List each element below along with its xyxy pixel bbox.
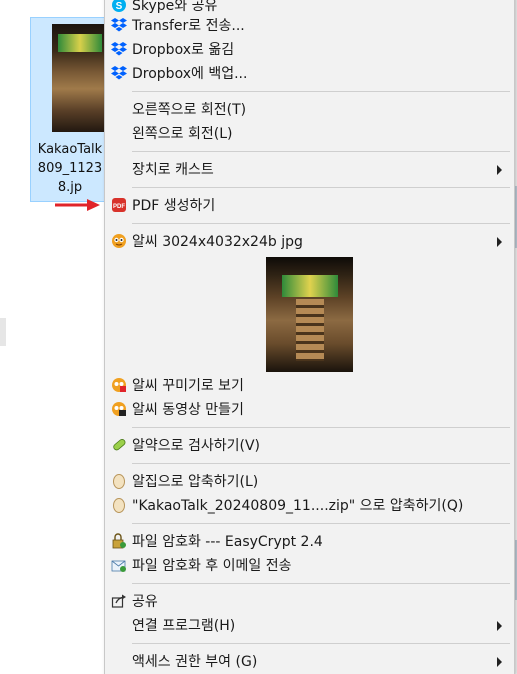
menu-item-label: PDF 생성하기 (132, 198, 216, 214)
menu-item-rotate-right[interactable]: 오른쪽으로 회전(T) (105, 98, 514, 122)
menu-separator (132, 187, 510, 188)
menu-item-alsee-video[interactable]: 알씨 동영상 만들기 (105, 398, 514, 422)
menu-item-create-pdf[interactable]: PDF PDF 생성하기 (105, 194, 514, 218)
menu-item-label: 파일 암호화 --- EasyCrypt 2.4 (132, 534, 323, 550)
menu-separator (132, 223, 510, 224)
menu-item-label: 액세스 권한 부여 (G) (132, 654, 258, 670)
alyac-icon (113, 439, 126, 451)
menu-item-label: 연결 프로그램(H) (132, 618, 236, 634)
menu-item-label: Skype와 공유 (132, 0, 218, 14)
menu-item-label: Dropbox로 옮김 (132, 42, 235, 58)
menu-item-dropbox-backup[interactable]: Dropbox에 백업... (105, 62, 514, 86)
file-thumbnail (52, 24, 110, 132)
menu-item-alsee-decorate[interactable]: 알씨 꾸미기로 보기 (105, 374, 514, 398)
menu-separator (132, 643, 510, 644)
menu-separator (132, 91, 510, 92)
alsee-decorate-icon (112, 378, 126, 392)
menu-item-label: 알집으로 압축하기(L) (132, 474, 259, 490)
menu-item-label: 알씨 동영상 만들기 (132, 402, 244, 418)
alzip-icon (113, 498, 125, 513)
menu-separator (132, 427, 510, 428)
share-icon (111, 594, 126, 608)
desktop-edge-marker (0, 318, 6, 346)
red-arrow-icon (55, 199, 100, 211)
menu-item-label: 파일 암호화 후 이메일 전송 (132, 558, 292, 574)
menu-item-easycrypt-email[interactable]: 파일 암호화 후 이메일 전송 (105, 554, 514, 578)
image-preview-thumbnail (266, 257, 353, 372)
easycrypt-icon (112, 533, 126, 549)
menu-item-share[interactable]: 공유 (105, 590, 514, 614)
dropbox-icon (111, 66, 127, 80)
menu-item-easycrypt-encrypt[interactable]: 파일 암호화 --- EasyCrypt 2.4 (105, 530, 514, 554)
submenu-arrow-icon (497, 165, 502, 175)
svg-text:S: S (116, 1, 123, 12)
menu-item-label: 알씨 꾸미기로 보기 (132, 378, 244, 394)
alsee-icon (112, 234, 126, 248)
menu-item-alzip-compress[interactable]: 알집으로 압축하기(L) (105, 470, 514, 494)
menu-item-label: 알씨 3024x4032x24b jpg (132, 234, 303, 250)
menu-item-label: Dropbox에 백업... (132, 66, 248, 82)
menu-item-label: Transfer로 전송... (132, 18, 245, 34)
menu-separator (132, 463, 510, 464)
menu-separator (132, 151, 510, 152)
submenu-arrow-icon (497, 657, 502, 667)
menu-separator (132, 523, 510, 524)
menu-item-alzip-compress-named[interactable]: "KakaoTalk_20240809_11....zip" 으로 압축하기(Q… (105, 494, 514, 518)
menu-item-cast-to-device[interactable]: 장치로 캐스트 (105, 158, 514, 182)
submenu-arrow-icon (497, 237, 502, 247)
menu-item-alyac-scan[interactable]: 알약으로 검사하기(V) (105, 434, 514, 458)
menu-separator (132, 583, 510, 584)
menu-item-open-with[interactable]: 연결 프로그램(H) (105, 614, 514, 638)
menu-item-label: 공유 (132, 594, 158, 610)
dropbox-icon (111, 18, 127, 32)
easycrypt-mail-icon (111, 560, 126, 572)
menu-item-label: 왼쪽으로 회전(L) (132, 126, 233, 142)
menu-item-label: 알약으로 검사하기(V) (132, 438, 260, 454)
selected-file-tile[interactable]: KakaoTalk 809_1123 8.jp (30, 17, 110, 202)
pdf-icon: PDF (112, 198, 126, 212)
menu-item-label: 오른쪽으로 회전(T) (132, 102, 247, 118)
skype-icon: S (112, 0, 126, 12)
menu-item-alsee-info[interactable]: 알씨 3024x4032x24b jpg (105, 230, 514, 254)
menu-item-rotate-left[interactable]: 왼쪽으로 회전(L) (105, 122, 514, 146)
svg-text:PDF: PDF (113, 204, 125, 210)
menu-item-grant-access[interactable]: 액세스 권한 부여 (G) (105, 650, 514, 674)
file-name-label: KakaoTalk 809_1123 8.jp (37, 142, 103, 195)
menu-item-transfer[interactable]: Transfer로 전송... (105, 14, 514, 38)
menu-item-label: 장치로 캐스트 (132, 162, 214, 178)
menu-item-label: "KakaoTalk_20240809_11....zip" 으로 압축하기(Q… (132, 498, 464, 514)
alsee-video-icon (112, 402, 126, 416)
context-menu: S Skype와 공유 Transfer로 전송... Dropbox로 옮김 … (104, 0, 515, 674)
submenu-arrow-icon (497, 621, 502, 631)
alzip-icon (113, 474, 125, 489)
dropbox-icon (111, 42, 127, 56)
menu-item-dropbox-move[interactable]: Dropbox로 옮김 (105, 38, 514, 62)
